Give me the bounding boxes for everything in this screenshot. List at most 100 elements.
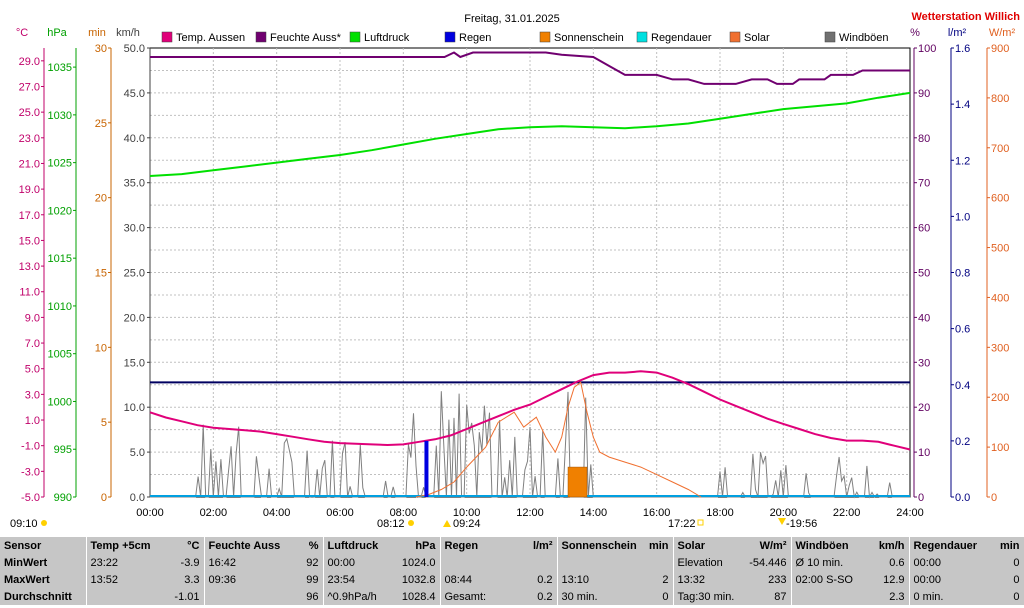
axis-tick-right: 0.2 — [955, 436, 970, 448]
stats-cell: 00:00 0 — [909, 554, 1024, 571]
axis-unit-left: hPa — [47, 27, 67, 39]
x-tick-label: 12:00 — [516, 507, 544, 519]
axis-tick-right: 0 — [918, 492, 924, 504]
stats-cell-time: 16:42 — [208, 556, 237, 569]
stats-header-cell: Regendauer min — [909, 537, 1024, 554]
stats-cell-value: 0 — [1013, 556, 1020, 569]
marker-label: 17:22 — [668, 518, 696, 530]
stats-header-cell: Sensor — [0, 537, 87, 554]
axis-tick-left: 5 — [101, 417, 107, 429]
stats-cell: 08:44 0.2 — [440, 571, 558, 588]
stats-cell-value: 92 — [306, 556, 319, 569]
sunset-marker-icon — [697, 519, 704, 526]
weather-chart: Freitag, 31.01.2025 Wetterstation Willich… — [10, 11, 1021, 530]
axis-tick-right: 1.2 — [955, 155, 970, 167]
axis-unit-left: min — [88, 27, 106, 39]
x-tick-label: 14:00 — [580, 507, 608, 519]
axis-tick-left: 13.0 — [19, 261, 40, 273]
axis-tick-left: 10 — [95, 342, 107, 354]
axis-tick-left: 1015 — [48, 253, 72, 265]
stats-cell-time: 23:54 — [327, 573, 356, 586]
stats-cell: 00:00 1024.0 — [323, 554, 441, 571]
legend-swatch — [349, 31, 361, 43]
stats-cell-value: 96 — [306, 590, 319, 603]
stats-cell-time: ^0.9hPa/h — [327, 590, 377, 603]
stats-cell-value: 2.3 — [889, 590, 905, 603]
axis-tick-right: 700 — [991, 143, 1009, 155]
stats-cell: Gesamt: 0.2 — [440, 588, 558, 605]
stats-cell: 13:32 233 — [673, 571, 792, 588]
stats-header-unit: W/m² — [759, 539, 787, 552]
stats-cell: Ø 10 min. 0.6 — [791, 554, 910, 571]
stats-header-cell: Temp +5cm °C — [86, 537, 205, 554]
axis-tick-left: 15 — [95, 268, 107, 280]
stats-cell-time: Ø 10 min. — [795, 556, 844, 569]
legend-swatch — [539, 31, 551, 43]
legend-swatch — [824, 31, 836, 43]
stats-cell-value: 3.3 — [184, 573, 200, 586]
axis-tick-left: 1020 — [48, 205, 72, 217]
axis-tick-right: 1.0 — [955, 211, 970, 223]
axis-tick-left: 50.0 — [124, 43, 145, 55]
legend-label: Regen — [459, 32, 491, 44]
axis-tick-left: 25 — [95, 118, 107, 130]
stats-cell-value: 0.2 — [537, 573, 553, 586]
axis-tick-right: 0.0 — [955, 492, 970, 504]
axis-tick-right: 20 — [918, 402, 930, 414]
x-tick-label: 00:00 — [136, 507, 164, 519]
stats-cell-time: 00:00 — [913, 573, 942, 586]
x-tick-label: 16:00 — [643, 507, 671, 519]
stats-header-cell: Feuchte Auss% — [204, 537, 324, 554]
axis-tick-right: 70 — [918, 178, 930, 190]
stats-header-cell: Sonnenschein min — [557, 537, 674, 554]
stats-cell: 2.3 — [791, 588, 910, 605]
axis-tick-left: 35.0 — [124, 178, 145, 190]
stats-cell-time: 13:32 — [677, 573, 706, 586]
legend-swatch — [255, 31, 267, 43]
stats-cell: 13:52 3.3 — [86, 571, 205, 588]
stats-cell: 30 min. 0 — [557, 588, 674, 605]
sun-peak-marker-icon — [443, 520, 451, 527]
axis-tick-left: 25.0 — [19, 107, 40, 119]
stats-cell-time: 08:44 — [444, 573, 473, 586]
stats-header-title: Regendauer — [913, 539, 978, 552]
stats-header-unit: km/h — [878, 539, 905, 552]
axis-tick-right: 40 — [918, 312, 930, 324]
axis-tick-right: 800 — [991, 93, 1009, 105]
stats-row-label: MaxWert — [0, 571, 87, 588]
stats-header-cell: Luftdruck hPa — [323, 537, 441, 554]
axis-tick-left: 5.0 — [130, 447, 145, 459]
stats-header-title: Windböen — [795, 539, 849, 552]
legend-swatch — [636, 31, 648, 43]
stats-cell: Tag:30 min. 87 — [673, 588, 792, 605]
axis-tick-left: 40.0 — [124, 133, 145, 145]
axis-tick-right: 400 — [991, 292, 1009, 304]
stats-cell-time: 13:10 — [561, 573, 590, 586]
axis-tick-right: 100 — [991, 442, 1009, 454]
stats-cell: Elevation -54.446 — [673, 554, 792, 571]
stats-cell-time: 09:36 — [208, 573, 237, 586]
legend-label: Regendauer — [651, 32, 712, 44]
stats-cell-value: 0 — [1013, 573, 1020, 586]
station-name: Wetterstation Willich — [912, 11, 1021, 23]
axis-tick-left: 20.0 — [124, 312, 145, 324]
stats-cell-time: 0 min. — [913, 590, 944, 603]
legend-label: Luftdruck — [364, 32, 410, 44]
stats-cell: 02:00 S-SO 12.9 — [791, 571, 910, 588]
legend-label: Sonnenschein — [554, 32, 624, 44]
axis-tick-right: 0.4 — [955, 380, 970, 392]
stats-cell-value: 1024.0 — [401, 556, 436, 569]
stats-cell-time: 30 min. — [561, 590, 598, 603]
stats-cell: 16:42 92 — [204, 554, 324, 571]
axis-tick-right: 10 — [918, 447, 930, 459]
axis-tick-right: 600 — [991, 193, 1009, 205]
stats-cell-value: -1.01 — [174, 590, 200, 603]
stats-header-cell: Regen l/m² — [440, 537, 558, 554]
stats-cell-time: Tag:30 min. — [677, 590, 735, 603]
axis-tick-left: -5.0 — [21, 492, 40, 504]
x-tick-label: 06:00 — [326, 507, 354, 519]
stats-cell-time: 13:52 — [90, 573, 119, 586]
series-sonnenschein — [567, 466, 588, 498]
stats-cell-value: 0.2 — [537, 590, 553, 603]
stats-header-unit: min — [999, 539, 1020, 552]
